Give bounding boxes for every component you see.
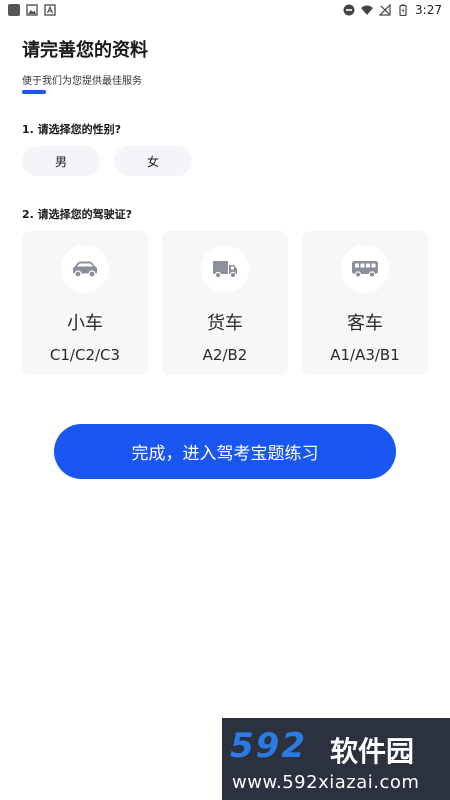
battery-charging-icon bbox=[399, 4, 407, 16]
status-right-icons: 3:27 bbox=[343, 3, 442, 17]
license-car-name: 小车 bbox=[67, 313, 103, 334]
truck-icon-wrap bbox=[201, 245, 249, 293]
watermark-logo: 592 软件园 www.592xiazai.com bbox=[222, 718, 450, 800]
license-question-label: 2. 请选择您的驾驶证? bbox=[22, 208, 133, 221]
font-notification-icon bbox=[44, 4, 56, 16]
watermark-url: www.592xiazai.com bbox=[232, 772, 420, 793]
image-notification-icon bbox=[26, 4, 38, 16]
watermark-brand-text: 软件园 bbox=[330, 735, 415, 768]
watermark-brand-number: 592 bbox=[230, 726, 307, 766]
car-icon bbox=[73, 261, 97, 278]
license-truck-name: 货车 bbox=[207, 313, 243, 334]
license-truck-codes: A2/B2 bbox=[202, 346, 248, 364]
truck-icon bbox=[213, 261, 237, 279]
status-time: 3:27 bbox=[415, 3, 442, 17]
finish-button[interactable]: 完成，进入驾考宝题练习 bbox=[54, 424, 396, 479]
no-signal-icon bbox=[379, 4, 391, 16]
license-bus-codes: A1/A3/B1 bbox=[330, 346, 400, 364]
do-not-disturb-icon bbox=[343, 4, 355, 16]
app-notification-icon bbox=[8, 4, 20, 16]
status-bar: 3:27 bbox=[0, 0, 450, 20]
car-icon-wrap bbox=[61, 245, 109, 293]
profile-header: 请完善您的资料 便于我们为您提供最佳服务 bbox=[22, 36, 148, 87]
bus-icon-wrap bbox=[341, 245, 389, 293]
page-title: 请完善您的资料 bbox=[22, 40, 148, 61]
license-bus-name: 客车 bbox=[347, 313, 383, 334]
gender-male-button[interactable]: 男 bbox=[22, 146, 100, 176]
page-subtitle: 便于我们为您提供最佳服务 bbox=[22, 76, 142, 87]
gender-female-button[interactable]: 女 bbox=[114, 146, 192, 176]
wifi-icon bbox=[361, 5, 374, 15]
license-card-car[interactable]: 小车 C1/C2/C3 bbox=[22, 231, 148, 375]
gender-question-label: 1. 请选择您的性别? bbox=[22, 123, 122, 136]
license-card-truck[interactable]: 货车 A2/B2 bbox=[162, 231, 288, 375]
license-card-bus[interactable]: 客车 A1/A3/B1 bbox=[302, 231, 428, 375]
title-underline bbox=[22, 90, 46, 94]
license-car-codes: C1/C2/C3 bbox=[49, 346, 121, 364]
status-left-icons bbox=[8, 4, 56, 16]
bus-icon bbox=[352, 261, 378, 278]
